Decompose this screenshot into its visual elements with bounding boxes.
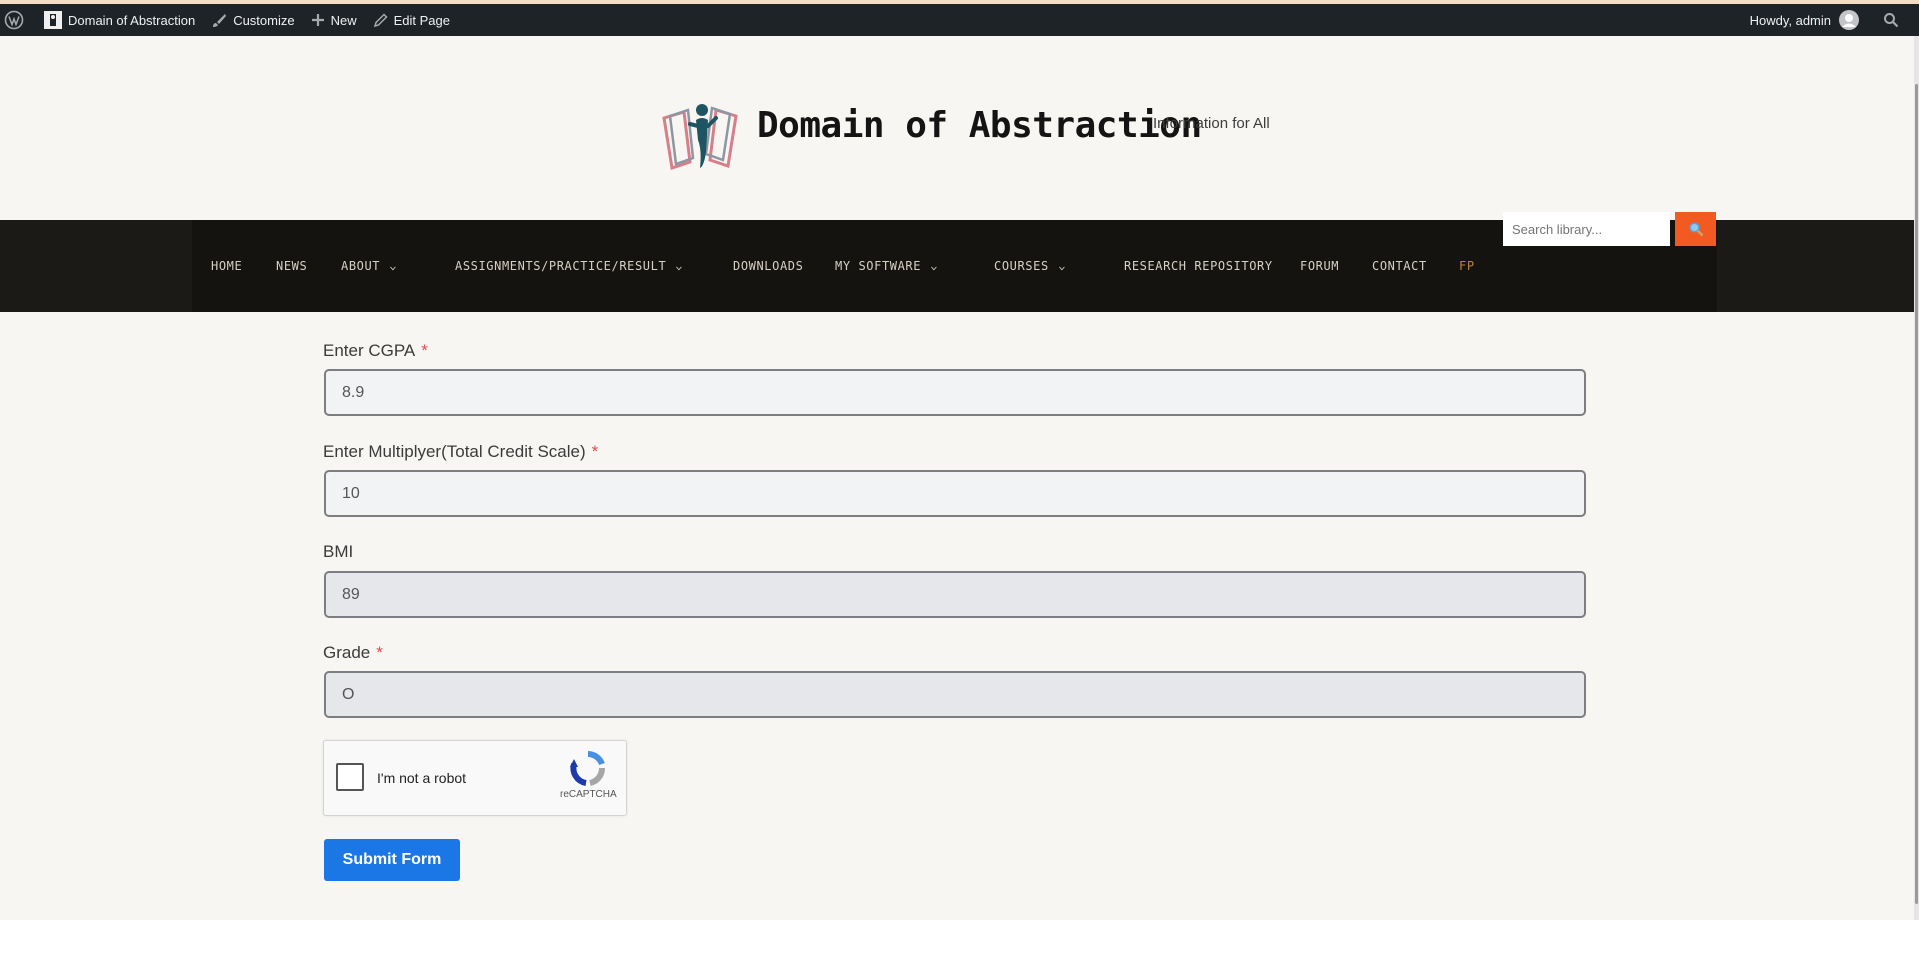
search-button[interactable] xyxy=(1675,212,1716,246)
grade-label: Grade * xyxy=(323,643,383,663)
multiplier-label: Enter Multiplyer(Total Credit Scale) * xyxy=(323,442,598,462)
required-marker: * xyxy=(591,442,599,461)
recaptcha-brand: reCAPTCHA xyxy=(560,789,617,800)
chevron-down-icon: ⌄ xyxy=(675,260,684,272)
recaptcha-logo-icon xyxy=(570,751,605,786)
recaptcha-label: I'm not a robot xyxy=(377,770,467,786)
admin-bar-left: Domain of Abstraction Customize New Edit… xyxy=(0,4,458,36)
admin-new-label: New xyxy=(330,12,357,28)
admin-site-name-label: Domain of Abstraction xyxy=(68,12,196,28)
search-input[interactable] xyxy=(1503,212,1670,246)
pencil-icon xyxy=(373,12,388,27)
avatar-icon xyxy=(1839,10,1859,30)
admin-bar-right: Howdy, admin xyxy=(1742,4,1919,36)
required-marker: * xyxy=(421,341,428,360)
nav-fp-label: FP xyxy=(1459,259,1475,273)
nav-about[interactable]: ABOUT ⌄ xyxy=(341,259,397,273)
nav-downloads[interactable]: DOWNLOADS xyxy=(733,259,803,273)
site-tagline: Information for All xyxy=(1153,115,1270,132)
bmi-field[interactable]: 89 xyxy=(324,571,1586,618)
nav-contact-label: CONTACT xyxy=(1372,259,1427,273)
nav-home-label: HOME xyxy=(211,259,243,273)
required-marker: * xyxy=(376,643,383,662)
search-icon xyxy=(1884,13,1899,28)
multiplier-label-text: Enter Multiplyer(Total Credit Scale) xyxy=(323,442,586,461)
nav-news-label: NEWS xyxy=(276,259,308,273)
recaptcha-widget: I'm not a robot reCAPTCHA xyxy=(323,740,627,816)
magnifier-icon xyxy=(1688,222,1703,237)
multiplier-input[interactable]: 10 xyxy=(324,470,1586,517)
cgpa-label-text: Enter CGPA xyxy=(323,341,416,360)
wordpress-icon xyxy=(4,10,24,30)
grade-value: O xyxy=(342,685,355,703)
chevron-down-icon: ⌄ xyxy=(389,260,398,272)
admin-new[interactable]: New xyxy=(303,4,365,36)
admin-account[interactable]: Howdy, admin xyxy=(1742,4,1875,36)
admin-customize[interactable]: Customize xyxy=(203,4,302,36)
bmi-label-text: BMI xyxy=(323,542,354,561)
plus-icon xyxy=(311,14,324,26)
nav-forum[interactable]: FORUM xyxy=(1300,259,1339,273)
admin-search[interactable] xyxy=(1875,4,1919,36)
page-content: Domain of Abstraction Information for Al… xyxy=(0,36,1914,920)
cgpa-value: 8.9 xyxy=(342,383,365,401)
nav-courses-label: COURSES xyxy=(994,259,1049,273)
nav-courses[interactable]: COURSES ⌄ xyxy=(994,259,1067,273)
nav-contact[interactable]: CONTACT xyxy=(1372,259,1427,273)
nav-forum-label: FORUM xyxy=(1300,259,1340,273)
bmi-value: 89 xyxy=(342,585,360,603)
admin-edit-page-label: Edit Page xyxy=(393,12,450,28)
nav-assignments-label: ASSIGNMENTS/PRACTICE/RESULT xyxy=(455,259,667,273)
nav-research-repository-label: RESEARCH REPOSITORY xyxy=(1124,259,1273,273)
admin-greeting: Howdy, admin xyxy=(1749,12,1831,28)
nav-inner xyxy=(192,220,1717,312)
nav-my-software[interactable]: MY SOFTWARE ⌄ xyxy=(835,259,938,273)
nav-my-software-label: MY SOFTWARE xyxy=(835,259,922,273)
nav-downloads-label: DOWNLOADS xyxy=(733,259,804,273)
scrollbar-thumb[interactable] xyxy=(1915,84,1918,904)
nav-about-label: ABOUT xyxy=(341,259,381,273)
multiplier-value: 10 xyxy=(342,484,360,502)
submit-form-button[interactable]: Submit Form xyxy=(324,839,460,881)
admin-customize-label: Customize xyxy=(233,12,295,28)
recaptcha-checkbox[interactable] xyxy=(336,763,364,791)
nav-assignments[interactable]: ASSIGNMENTS/PRACTICE/RESULT ⌄ xyxy=(455,259,683,273)
wordpress-menu[interactable] xyxy=(0,4,36,36)
site-title[interactable]: Domain of Abstraction xyxy=(757,105,1202,146)
chevron-down-icon: ⌄ xyxy=(930,260,939,272)
nav-fp[interactable]: FP xyxy=(1459,259,1475,273)
grade-label-text: Grade xyxy=(323,643,371,662)
nav-news[interactable]: NEWS xyxy=(276,259,307,273)
cgpa-input[interactable]: 8.9 xyxy=(324,369,1586,416)
page-bottom-area xyxy=(0,920,1919,959)
cgpa-label: Enter CGPA * xyxy=(323,341,428,361)
nav-home[interactable]: HOME xyxy=(211,259,242,273)
site-header: Domain of Abstraction Information for Al… xyxy=(0,36,1914,220)
brush-icon xyxy=(213,14,227,27)
nav-research-repository[interactable]: RESEARCH REPOSITORY xyxy=(1124,259,1273,273)
grade-field[interactable]: O xyxy=(324,671,1586,718)
admin-edit-page[interactable]: Edit Page xyxy=(365,4,458,36)
admin-bar: Domain of Abstraction Customize New Edit… xyxy=(0,4,1919,36)
site-favicon-icon xyxy=(44,11,62,29)
site-logo-icon[interactable] xyxy=(660,96,744,176)
bmi-label: BMI xyxy=(323,542,353,562)
chevron-down-icon: ⌄ xyxy=(1057,260,1067,272)
admin-site-name[interactable]: Domain of Abstraction xyxy=(36,4,203,36)
